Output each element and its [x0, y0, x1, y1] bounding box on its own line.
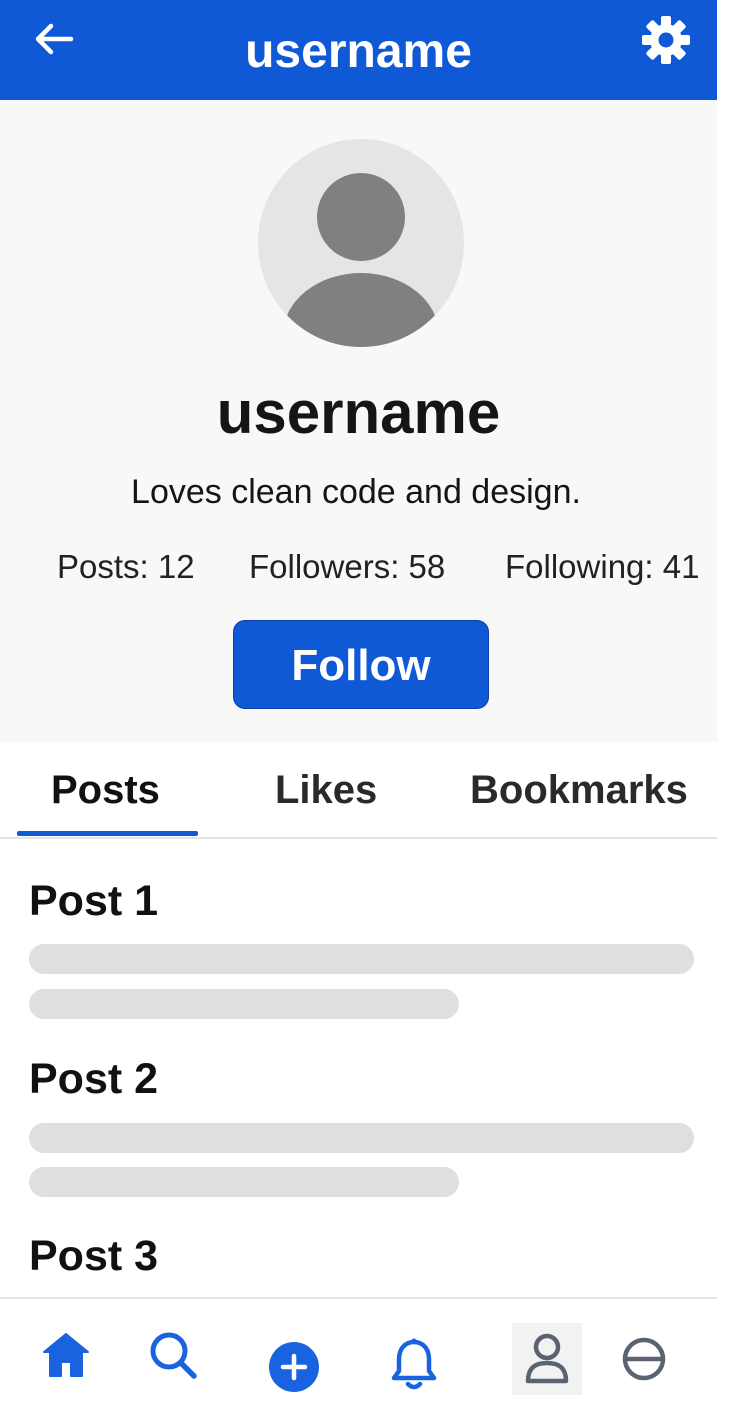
active-tab-indicator [17, 831, 198, 836]
posts-count[interactable]: Posts: 12 [57, 545, 195, 589]
nav-create[interactable] [266, 1339, 322, 1395]
nav-home[interactable] [38, 1327, 94, 1383]
tab-likes[interactable]: Likes [275, 764, 377, 816]
nav-notifications[interactable] [386, 1335, 442, 1395]
followers-count[interactable]: Followers: 58 [249, 545, 445, 589]
profile-bio: Loves clean code and design. [131, 473, 581, 511]
bell-icon [391, 1338, 437, 1390]
top-app-bar: username [0, 0, 717, 100]
profile-icon [525, 1333, 569, 1384]
nav-more[interactable] [616, 1331, 672, 1387]
post-title: Post 2 [29, 1055, 159, 1103]
search-icon [150, 1332, 197, 1379]
minus-circle-icon [622, 1337, 666, 1381]
follow-button[interactable]: Follow [233, 620, 489, 709]
text-placeholder-line [29, 944, 694, 974]
bottom-navigation [0, 1297, 717, 1413]
post-title: Post 1 [29, 877, 159, 925]
nav-profile[interactable] [512, 1323, 582, 1395]
text-placeholder-line [29, 989, 459, 1019]
profile-section: username Loves clean code and design. Po… [0, 100, 717, 742]
text-placeholder-line [29, 1123, 694, 1153]
settings-button[interactable] [638, 12, 694, 68]
post-title: Post 3 [29, 1232, 159, 1280]
home-icon [43, 1333, 89, 1377]
nav-search[interactable] [145, 1327, 201, 1383]
tab-posts[interactable]: Posts [51, 764, 160, 816]
avatar[interactable] [258, 139, 464, 347]
profile-username: username [216, 379, 501, 446]
add-icon [269, 1342, 319, 1392]
user-avatar-icon [283, 173, 439, 347]
tab-bookmarks[interactable]: Bookmarks [470, 764, 688, 816]
page-title: username [245, 25, 472, 78]
text-placeholder-line [29, 1167, 459, 1197]
following-count[interactable]: Following: 41 [505, 545, 699, 589]
gear-icon [642, 16, 690, 64]
profile-tabs: Posts Likes Bookmarks [0, 742, 717, 839]
